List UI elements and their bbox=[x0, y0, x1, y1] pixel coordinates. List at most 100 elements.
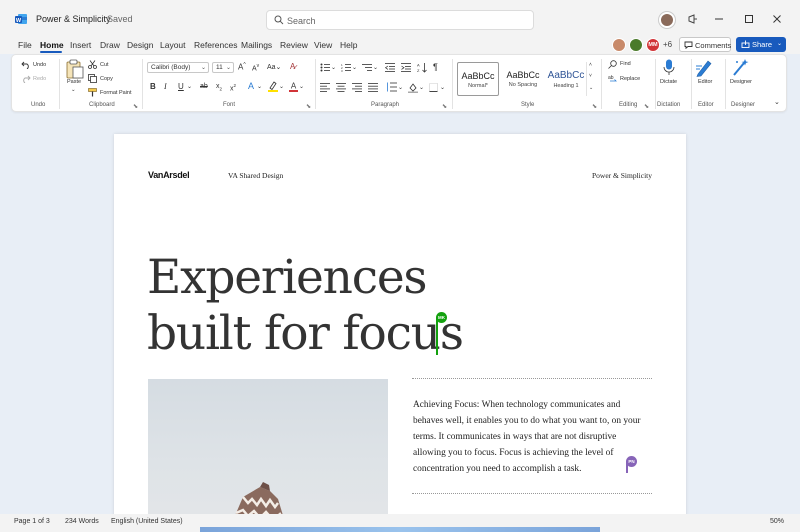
chevron-down-icon[interactable]: ⌄ bbox=[419, 84, 424, 91]
expand-icon[interactable]: ⬊ bbox=[306, 103, 311, 110]
document-title[interactable]: Power & Simplicity bbox=[36, 14, 111, 24]
expand-icon[interactable]: ⬊ bbox=[644, 103, 649, 110]
collaborator-avatar[interactable] bbox=[612, 38, 626, 52]
font-size-dropdown[interactable]: 11 ⌄ bbox=[212, 62, 234, 73]
tab-mailings[interactable]: Mailings bbox=[241, 40, 272, 50]
paste-icon[interactable] bbox=[66, 59, 84, 79]
highlight-icon[interactable] bbox=[268, 81, 278, 92]
sort-icon[interactable]: AZ bbox=[417, 62, 427, 73]
copy-button[interactable]: Copy bbox=[100, 76, 113, 82]
bullets-icon[interactable] bbox=[320, 63, 330, 72]
collapse-ribbon-icon[interactable]: ⌄ bbox=[774, 98, 780, 106]
cut-icon[interactable] bbox=[88, 60, 97, 69]
font-color-icon[interactable]: A bbox=[289, 81, 298, 92]
chevron-down-icon[interactable]: ⌄ bbox=[373, 64, 378, 71]
chevron-down-icon[interactable]: ⌄ bbox=[257, 83, 262, 90]
tab-home[interactable]: Home bbox=[40, 40, 64, 50]
redo-button[interactable]: Redo bbox=[33, 76, 46, 82]
maximize-button[interactable] bbox=[739, 10, 759, 28]
grow-font-icon[interactable]: A^ bbox=[238, 62, 246, 72]
copy-icon[interactable] bbox=[88, 74, 97, 83]
tab-layout[interactable]: Layout bbox=[160, 40, 186, 50]
collaborator-avatar[interactable]: MM bbox=[646, 38, 660, 52]
borders-icon[interactable] bbox=[429, 83, 438, 92]
search-box[interactable]: Search bbox=[266, 10, 534, 30]
replace-icon[interactable]: ab bbox=[608, 74, 618, 83]
chevron-down-icon[interactable]: ⌄ bbox=[440, 84, 445, 91]
chevron-down-icon[interactable]: ⌄ bbox=[331, 64, 336, 71]
tab-file[interactable]: File bbox=[18, 40, 32, 50]
collaborator-avatar[interactable] bbox=[629, 38, 643, 52]
chevron-down-icon[interactable]: ⌄ bbox=[187, 83, 192, 90]
shrink-font-icon[interactable]: Av bbox=[252, 63, 259, 72]
increase-indent-icon[interactable] bbox=[401, 63, 411, 72]
chevron-down-icon[interactable]: ˅ bbox=[589, 73, 592, 79]
align-center-icon[interactable] bbox=[336, 83, 346, 92]
align-left-icon[interactable] bbox=[320, 83, 330, 92]
zoom-level[interactable]: 50% bbox=[770, 518, 784, 525]
language-status[interactable]: English (United States) bbox=[111, 518, 183, 525]
bold-icon[interactable]: B bbox=[150, 82, 156, 91]
body-paragraph[interactable]: Achieving Focus: When technology communi… bbox=[413, 397, 643, 477]
tab-review[interactable]: Review bbox=[280, 40, 308, 50]
chevron-down-icon[interactable]: ⌄ bbox=[279, 83, 284, 90]
more-styles-icon[interactable]: ⌄ bbox=[589, 85, 593, 91]
strikethrough-icon[interactable]: ab bbox=[200, 83, 208, 90]
comments-button[interactable]: Comments bbox=[679, 37, 731, 52]
user-avatar[interactable] bbox=[659, 12, 675, 28]
editor-icon[interactable] bbox=[695, 58, 713, 77]
headline-line-2[interactable]: built for focus bbox=[147, 306, 464, 362]
tab-view[interactable]: View bbox=[314, 40, 332, 50]
word-count[interactable]: 234 Words bbox=[65, 518, 99, 525]
multilevel-list-icon[interactable] bbox=[362, 63, 372, 72]
header-center-text[interactable]: VA Shared Design bbox=[228, 171, 283, 180]
collaborator-badge[interactable]: MK bbox=[436, 312, 447, 323]
chevron-down-icon[interactable]: ⌄ bbox=[71, 87, 76, 93]
tab-references[interactable]: References bbox=[194, 40, 237, 50]
tab-help[interactable]: Help bbox=[340, 40, 357, 50]
share-button[interactable]: Share ⌄ bbox=[736, 37, 786, 52]
cut-button[interactable]: Cut bbox=[100, 62, 109, 68]
styles-scroll[interactable]: ˄ ˅ ⌄ bbox=[586, 62, 595, 96]
find-icon[interactable] bbox=[608, 60, 617, 69]
clear-formatting-icon[interactable]: A̷ bbox=[290, 62, 295, 71]
expand-icon[interactable]: ⬊ bbox=[592, 103, 597, 110]
change-case-icon[interactable]: Aa⌄ bbox=[267, 63, 281, 71]
replace-button[interactable]: Replace bbox=[620, 76, 640, 82]
minimize-button[interactable] bbox=[709, 10, 729, 28]
superscript-icon[interactable]: x2 bbox=[230, 83, 236, 92]
underline-icon[interactable]: U bbox=[178, 82, 184, 91]
tab-draw[interactable]: Draw bbox=[100, 40, 120, 50]
editor-button[interactable]: Editor bbox=[698, 79, 712, 85]
text-effects-icon[interactable]: A bbox=[248, 81, 254, 91]
collaborator-badge[interactable]: PN bbox=[626, 456, 637, 467]
show-formatting-marks-icon[interactable]: ¶ bbox=[433, 62, 438, 72]
expand-icon[interactable]: ⬊ bbox=[442, 103, 447, 110]
font-family-dropdown[interactable]: Calibri (Body) ⌄ bbox=[147, 62, 209, 73]
expand-icon[interactable]: ⬊ bbox=[133, 103, 138, 110]
decrease-indent-icon[interactable] bbox=[385, 63, 395, 72]
chevron-down-icon[interactable]: ⌄ bbox=[352, 64, 357, 71]
format-painter-button[interactable]: Format Paint bbox=[100, 90, 131, 96]
feedback-icon[interactable] bbox=[687, 13, 699, 25]
tab-design[interactable]: Design bbox=[127, 40, 153, 50]
align-right-icon[interactable] bbox=[352, 83, 362, 92]
justify-icon[interactable] bbox=[368, 83, 378, 92]
building-photo[interactable] bbox=[148, 379, 388, 532]
redo-icon[interactable] bbox=[21, 74, 31, 83]
subscript-icon[interactable]: x2 bbox=[216, 83, 222, 91]
document-page[interactable]: VanArsdel VA Shared Design Power & Simpl… bbox=[114, 134, 686, 532]
tab-insert[interactable]: Insert bbox=[70, 40, 91, 50]
line-spacing-icon[interactable] bbox=[386, 82, 397, 92]
headline-line-1[interactable]: Experiences bbox=[147, 250, 463, 306]
style-normal[interactable]: AaBbCc Normal* bbox=[457, 62, 499, 96]
format-painter-icon[interactable] bbox=[88, 88, 98, 97]
designer-button[interactable]: Designer bbox=[730, 79, 752, 85]
numbering-icon[interactable]: 123 bbox=[341, 63, 351, 72]
undo-button[interactable]: Undo bbox=[33, 62, 46, 68]
close-button[interactable] bbox=[767, 10, 787, 28]
style-heading-1[interactable]: AaBbCc Heading 1 bbox=[545, 62, 587, 96]
designer-icon[interactable] bbox=[731, 58, 749, 77]
shading-icon[interactable] bbox=[408, 82, 418, 93]
paste-button[interactable]: Paste bbox=[67, 79, 81, 85]
